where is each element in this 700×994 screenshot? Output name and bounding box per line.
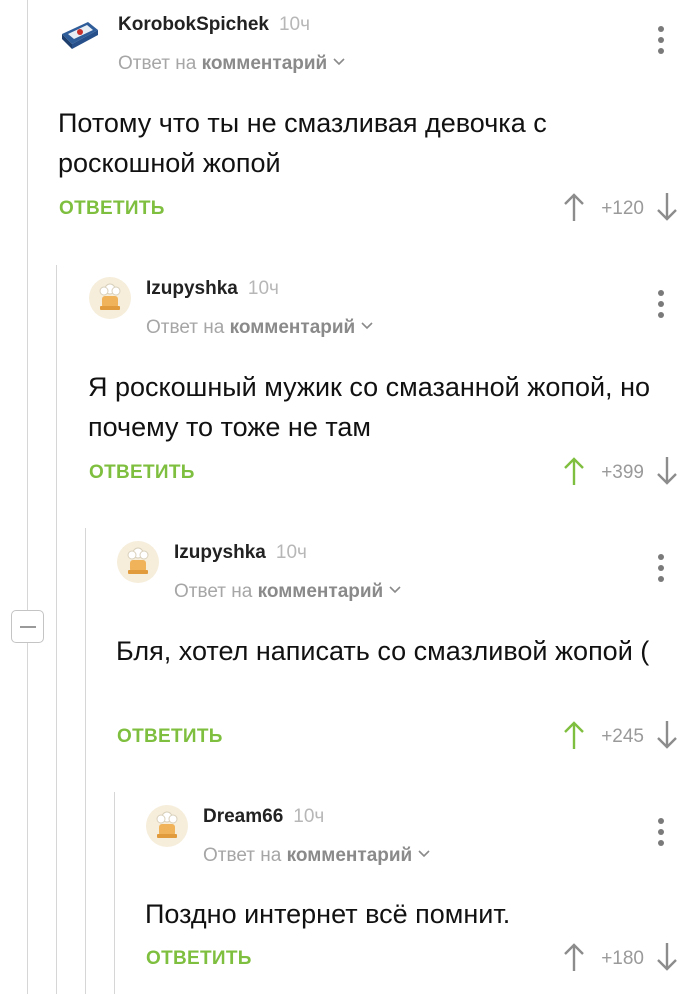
- vote-score: +245: [601, 726, 644, 747]
- reply-to-target: комментарий: [257, 581, 384, 602]
- comment: Izupyshka 10ч Ответ на комментарий Я роск…: [88, 264, 700, 504]
- matchbox-avatar-icon: [62, 22, 98, 49]
- collapse-thread-button[interactable]: [11, 610, 44, 643]
- reply-button[interactable]: ОТВЕТИТЬ: [146, 948, 252, 970]
- comment-text: Я роскошный мужик со смазанной жопой, но…: [88, 372, 650, 442]
- arrow-down-icon[interactable]: [656, 942, 678, 977]
- comment-author[interactable]: KorobokSpichek 10ч: [118, 14, 310, 36]
- chef-avatar-icon: [146, 805, 188, 847]
- kebab-menu-icon[interactable]: [658, 290, 664, 323]
- chef-avatar-icon: [89, 277, 131, 319]
- comment-text: Потому что ты не смазливая девочка с рос…: [58, 108, 547, 178]
- arrow-up-icon[interactable]: [563, 456, 585, 491]
- arrow-up-icon[interactable]: [563, 942, 585, 977]
- reply-to-target: комментарий: [201, 53, 328, 74]
- avatar[interactable]: [116, 540, 160, 584]
- arrow-up-icon[interactable]: [563, 192, 585, 227]
- chef-avatar-icon: [117, 541, 159, 583]
- comment: Dream66 10ч Ответ на комментарий Поздно и…: [145, 792, 700, 994]
- reply-to-link[interactable]: Ответ на комментарий: [174, 578, 401, 603]
- chevron-down-icon: [418, 842, 430, 864]
- thread-line-level-1: [56, 265, 57, 994]
- comment-time: 10ч: [278, 14, 311, 35]
- vote-score: +120: [601, 198, 644, 219]
- arrow-down-icon[interactable]: [656, 456, 678, 491]
- comment-actions: ОТВЕТИТЬ +120: [58, 192, 700, 232]
- kebab-menu-icon[interactable]: [658, 554, 664, 587]
- reply-to-link[interactable]: Ответ на комментарий: [146, 314, 373, 339]
- comment: Izupyshka 10ч Ответ на комментарий Бля, х…: [116, 528, 700, 768]
- comment-time: 10ч: [275, 542, 307, 563]
- comment-text: Поздно интернет всё помнит.: [145, 899, 511, 929]
- comment-time: 10ч: [293, 806, 325, 827]
- arrow-up-icon[interactable]: [563, 720, 585, 755]
- author-name[interactable]: KorobokSpichek: [118, 14, 269, 35]
- comment-text: Бля, хотел написать со смазливой жопой (: [116, 636, 650, 666]
- comment-author[interactable]: Izupyshka 10ч: [174, 542, 307, 564]
- arrow-down-icon[interactable]: [656, 720, 678, 755]
- reply-to-link[interactable]: Ответ на комментарий: [118, 50, 345, 75]
- avatar[interactable]: [145, 804, 189, 848]
- reply-to-link[interactable]: Ответ на комментарий: [203, 842, 430, 867]
- reply-to-prefix: Ответ на: [174, 581, 253, 602]
- reply-to-target: комментарий: [229, 317, 356, 338]
- reply-to-target: комментарий: [286, 845, 413, 866]
- reply-to-prefix: Ответ на: [203, 845, 282, 866]
- reply-to-prefix: Ответ на: [146, 317, 225, 338]
- arrow-down-icon[interactable]: [656, 192, 678, 227]
- comment: KorobokSpichek 10ч Ответ на комментарий П…: [58, 0, 700, 240]
- author-name[interactable]: Izupyshka: [174, 542, 266, 563]
- chevron-down-icon: [333, 50, 345, 72]
- avatar[interactable]: [88, 276, 132, 320]
- thread-line-level-3: [114, 792, 115, 994]
- reply-button[interactable]: ОТВЕТИТЬ: [89, 462, 195, 484]
- vote-score: +399: [601, 462, 644, 483]
- author-name[interactable]: Dream66: [203, 806, 283, 827]
- kebab-menu-icon[interactable]: [658, 26, 664, 59]
- thread-line-level-0: [27, 0, 28, 994]
- thread-line-level-2: [85, 528, 86, 994]
- avatar[interactable]: [58, 12, 102, 56]
- comment-actions: ОТВЕТИТЬ +399: [88, 456, 700, 496]
- reply-to-prefix: Ответ на: [118, 53, 197, 74]
- author-name[interactable]: Izupyshka: [146, 278, 238, 299]
- reply-button[interactable]: ОТВЕТИТЬ: [59, 198, 165, 220]
- comment-time: 10ч: [247, 278, 279, 299]
- minus-icon: [19, 625, 36, 628]
- comment-author[interactable]: Dream66 10ч: [203, 806, 324, 828]
- comment-actions: ОТВЕТИТЬ +245: [116, 720, 700, 760]
- kebab-menu-icon[interactable]: [658, 818, 664, 851]
- vote-score: +180: [601, 948, 644, 969]
- comment-actions: ОТВЕТИТЬ +180: [145, 942, 700, 982]
- chevron-down-icon: [361, 314, 373, 336]
- chevron-down-icon: [389, 578, 401, 600]
- comment-author[interactable]: Izupyshka 10ч: [146, 278, 279, 300]
- reply-button[interactable]: ОТВЕТИТЬ: [117, 726, 223, 748]
